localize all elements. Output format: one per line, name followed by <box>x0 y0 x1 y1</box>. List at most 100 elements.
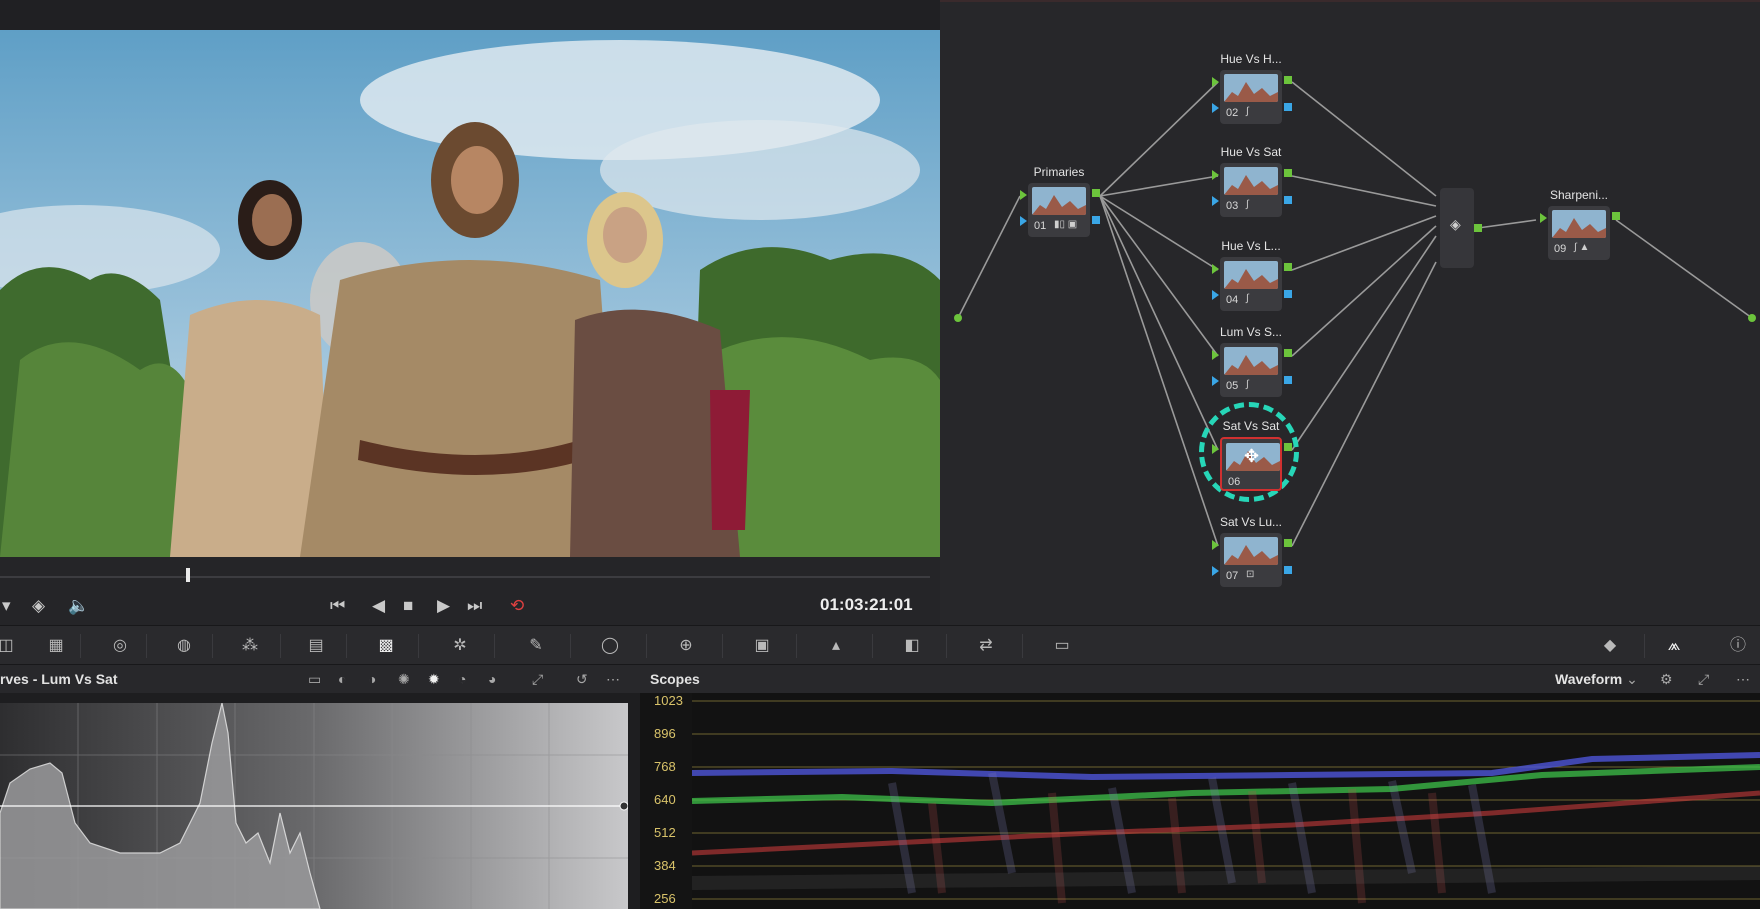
curves-panel[interactable] <box>0 693 640 909</box>
hdr-wheels-icon[interactable]: ◍ <box>170 634 198 658</box>
scope-level-label: 1023 <box>654 693 683 708</box>
key-icon[interactable]: ◧ <box>898 634 926 658</box>
reset-icon[interactable]: ↺ <box>576 671 588 688</box>
node-rgb-input[interactable] <box>1212 77 1219 87</box>
scopes-panel[interactable]: 1023 896 768 640 512 384 256 <box>640 693 1760 909</box>
node-body[interactable]: 02 ∫ <box>1220 70 1282 124</box>
curves-icon[interactable]: ▩ <box>372 634 400 658</box>
node-rgb-output[interactable] <box>1284 443 1292 451</box>
scope-type-dropdown[interactable]: Waveform ⌄ <box>1555 671 1638 688</box>
node-rgb-input[interactable] <box>1212 540 1219 550</box>
node-rgb-output[interactable] <box>1284 349 1292 357</box>
sat-vs-sat-icon[interactable]: ◔ <box>458 671 466 687</box>
node-key-output[interactable] <box>1284 290 1292 298</box>
sizing-icon[interactable]: ⇄ <box>972 634 1000 658</box>
node-key-input[interactable] <box>1212 566 1219 576</box>
keyframes-icon[interactable]: ◆ <box>1596 634 1624 658</box>
node-key-input[interactable] <box>1212 290 1219 300</box>
node-rgb-input[interactable] <box>1212 350 1219 360</box>
play-icon[interactable]: ▶ <box>437 595 450 617</box>
node-rgb-input[interactable] <box>1212 170 1219 180</box>
node-key-output[interactable] <box>1284 103 1292 111</box>
node-rgb-input[interactable] <box>1540 213 1547 223</box>
audio-speaker-icon[interactable]: 🔈 <box>68 595 89 617</box>
hue-vs-sat-icon[interactable]: ◑ <box>368 671 376 687</box>
node-rgb-output[interactable] <box>1284 539 1292 547</box>
color-wheels-icon[interactable]: ◎ <box>106 634 134 658</box>
qualifier-icon[interactable]: ✎ <box>522 634 550 658</box>
node-rgb-output[interactable] <box>1092 189 1100 197</box>
motion-effects-icon[interactable]: ▤ <box>302 634 330 658</box>
node-key-output[interactable] <box>1284 376 1292 384</box>
hue-vs-hue-icon[interactable]: ◐ <box>338 671 346 687</box>
node-rgb-input[interactable] <box>1020 190 1027 200</box>
node-rgb-output[interactable] <box>1284 169 1292 177</box>
chevron-down-icon: ⌄ <box>1626 671 1638 687</box>
node-rgb-input[interactable] <box>1212 444 1219 454</box>
skip-to-end-icon[interactable]: ⏭ <box>467 595 482 617</box>
loop-icon[interactable]: ⟲ <box>510 595 524 617</box>
color-match-icon[interactable]: ▦ <box>42 634 70 658</box>
node-rgb-input[interactable] <box>1212 264 1219 274</box>
camera-raw-icon[interactable]: ◫ <box>0 634 20 658</box>
curve-mode-icon[interactable]: ▭ <box>308 671 321 688</box>
node-key-output[interactable] <box>1284 566 1292 574</box>
node-sat-vs-lum[interactable]: Sat Vs Lu... 07 ⊡ <box>1212 515 1292 587</box>
node-key-input[interactable] <box>1020 216 1027 226</box>
node-body[interactable]: 07 ⊡ <box>1220 533 1282 587</box>
node-hue-vs-sat[interactable]: Hue Vs Sat 03 ∫ <box>1212 145 1292 217</box>
waveform-display <box>692 693 1760 909</box>
viewer-mode-icon[interactable]: ▾ <box>2 595 11 617</box>
hue-vs-lum-icon[interactable]: ✺ <box>398 671 410 688</box>
node-body[interactable]: 09 ∫ ▲ <box>1548 206 1610 260</box>
node-lum-vs-sat[interactable]: Lum Vs S... 05 ∫ <box>1212 325 1292 397</box>
node-key-input[interactable] <box>1212 103 1219 113</box>
lum-vs-sat-icon[interactable]: ✹ <box>428 671 440 688</box>
stop-icon[interactable]: ■ <box>403 595 413 617</box>
mixer-output-port[interactable] <box>1474 224 1482 232</box>
node-key-output[interactable] <box>1092 216 1100 224</box>
3d-icon[interactable]: ▭ <box>1048 634 1076 658</box>
fullscreen-icon[interactable]: ⤢ <box>532 671 543 688</box>
scopes-icon[interactable]: ⩕ <box>1660 634 1688 658</box>
node-rgb-output[interactable] <box>1612 212 1620 220</box>
node-body[interactable]: 04 ∫ <box>1220 257 1282 311</box>
node-sat-vs-sat[interactable]: Sat Vs Sat 06 ✥ <box>1212 419 1292 491</box>
tracker-icon[interactable]: ⊕ <box>672 634 700 658</box>
node-body[interactable]: 01 ▮▯ ▣ <box>1028 183 1090 237</box>
layer-mixer-node[interactable]: ◈ <box>1440 188 1482 268</box>
layers-icon[interactable]: ◈ <box>32 595 45 617</box>
node-body[interactable]: 06 ✥ <box>1220 437 1282 491</box>
magic-mask-icon[interactable]: ▣ <box>748 634 776 658</box>
playhead[interactable] <box>186 568 190 582</box>
skip-to-start-icon[interactable]: ⏮ <box>330 595 345 617</box>
step-back-icon[interactable]: ◀ <box>372 595 385 617</box>
node-body[interactable]: 05 ∫ <box>1220 343 1282 397</box>
node-rgb-output[interactable] <box>1284 263 1292 271</box>
info-icon[interactable]: ⓘ <box>1724 634 1752 658</box>
node-body[interactable]: 03 ∫ <box>1220 163 1282 217</box>
window-icon[interactable]: ◯ <box>596 634 624 658</box>
node-hue-vs-hue[interactable]: Hue Vs H... 02 ∫ <box>1212 52 1292 124</box>
node-tool-icons: ▮▯ ▣ <box>1054 219 1078 230</box>
more-options-icon[interactable]: ⋯ <box>606 671 620 688</box>
expand-icon[interactable]: ⤢ <box>1698 671 1709 688</box>
node-key-input[interactable] <box>1212 196 1219 206</box>
scrubber-track[interactable] <box>0 576 930 578</box>
node-rgb-output[interactable] <box>1284 76 1292 84</box>
node-primaries[interactable]: Primaries 01 ▮▯ ▣ <box>1020 165 1100 237</box>
node-key-input[interactable] <box>1212 376 1219 386</box>
node-thumbnail <box>1552 210 1606 238</box>
rgb-mixer-icon[interactable]: ⁂ <box>236 634 264 658</box>
node-key-output[interactable] <box>1284 196 1292 204</box>
curve-icon: ∫ <box>1246 379 1249 390</box>
sat-vs-lum-icon[interactable]: ◕ <box>488 671 496 687</box>
node-sharpening[interactable]: Sharpeni... 09 ∫ ▲ <box>1540 188 1620 260</box>
scope-settings-icon[interactable]: ⚙ <box>1660 671 1673 688</box>
node-hue-vs-lum[interactable]: Hue Vs L... 04 ∫ <box>1212 239 1292 311</box>
viewer[interactable] <box>0 30 940 557</box>
blur-icon[interactable]: ▴ <box>822 634 850 658</box>
curve-graph[interactable] <box>0 703 628 909</box>
color-warper-icon[interactable]: ✲ <box>446 634 474 658</box>
more-options-icon[interactable]: ⋯ <box>1736 671 1750 688</box>
